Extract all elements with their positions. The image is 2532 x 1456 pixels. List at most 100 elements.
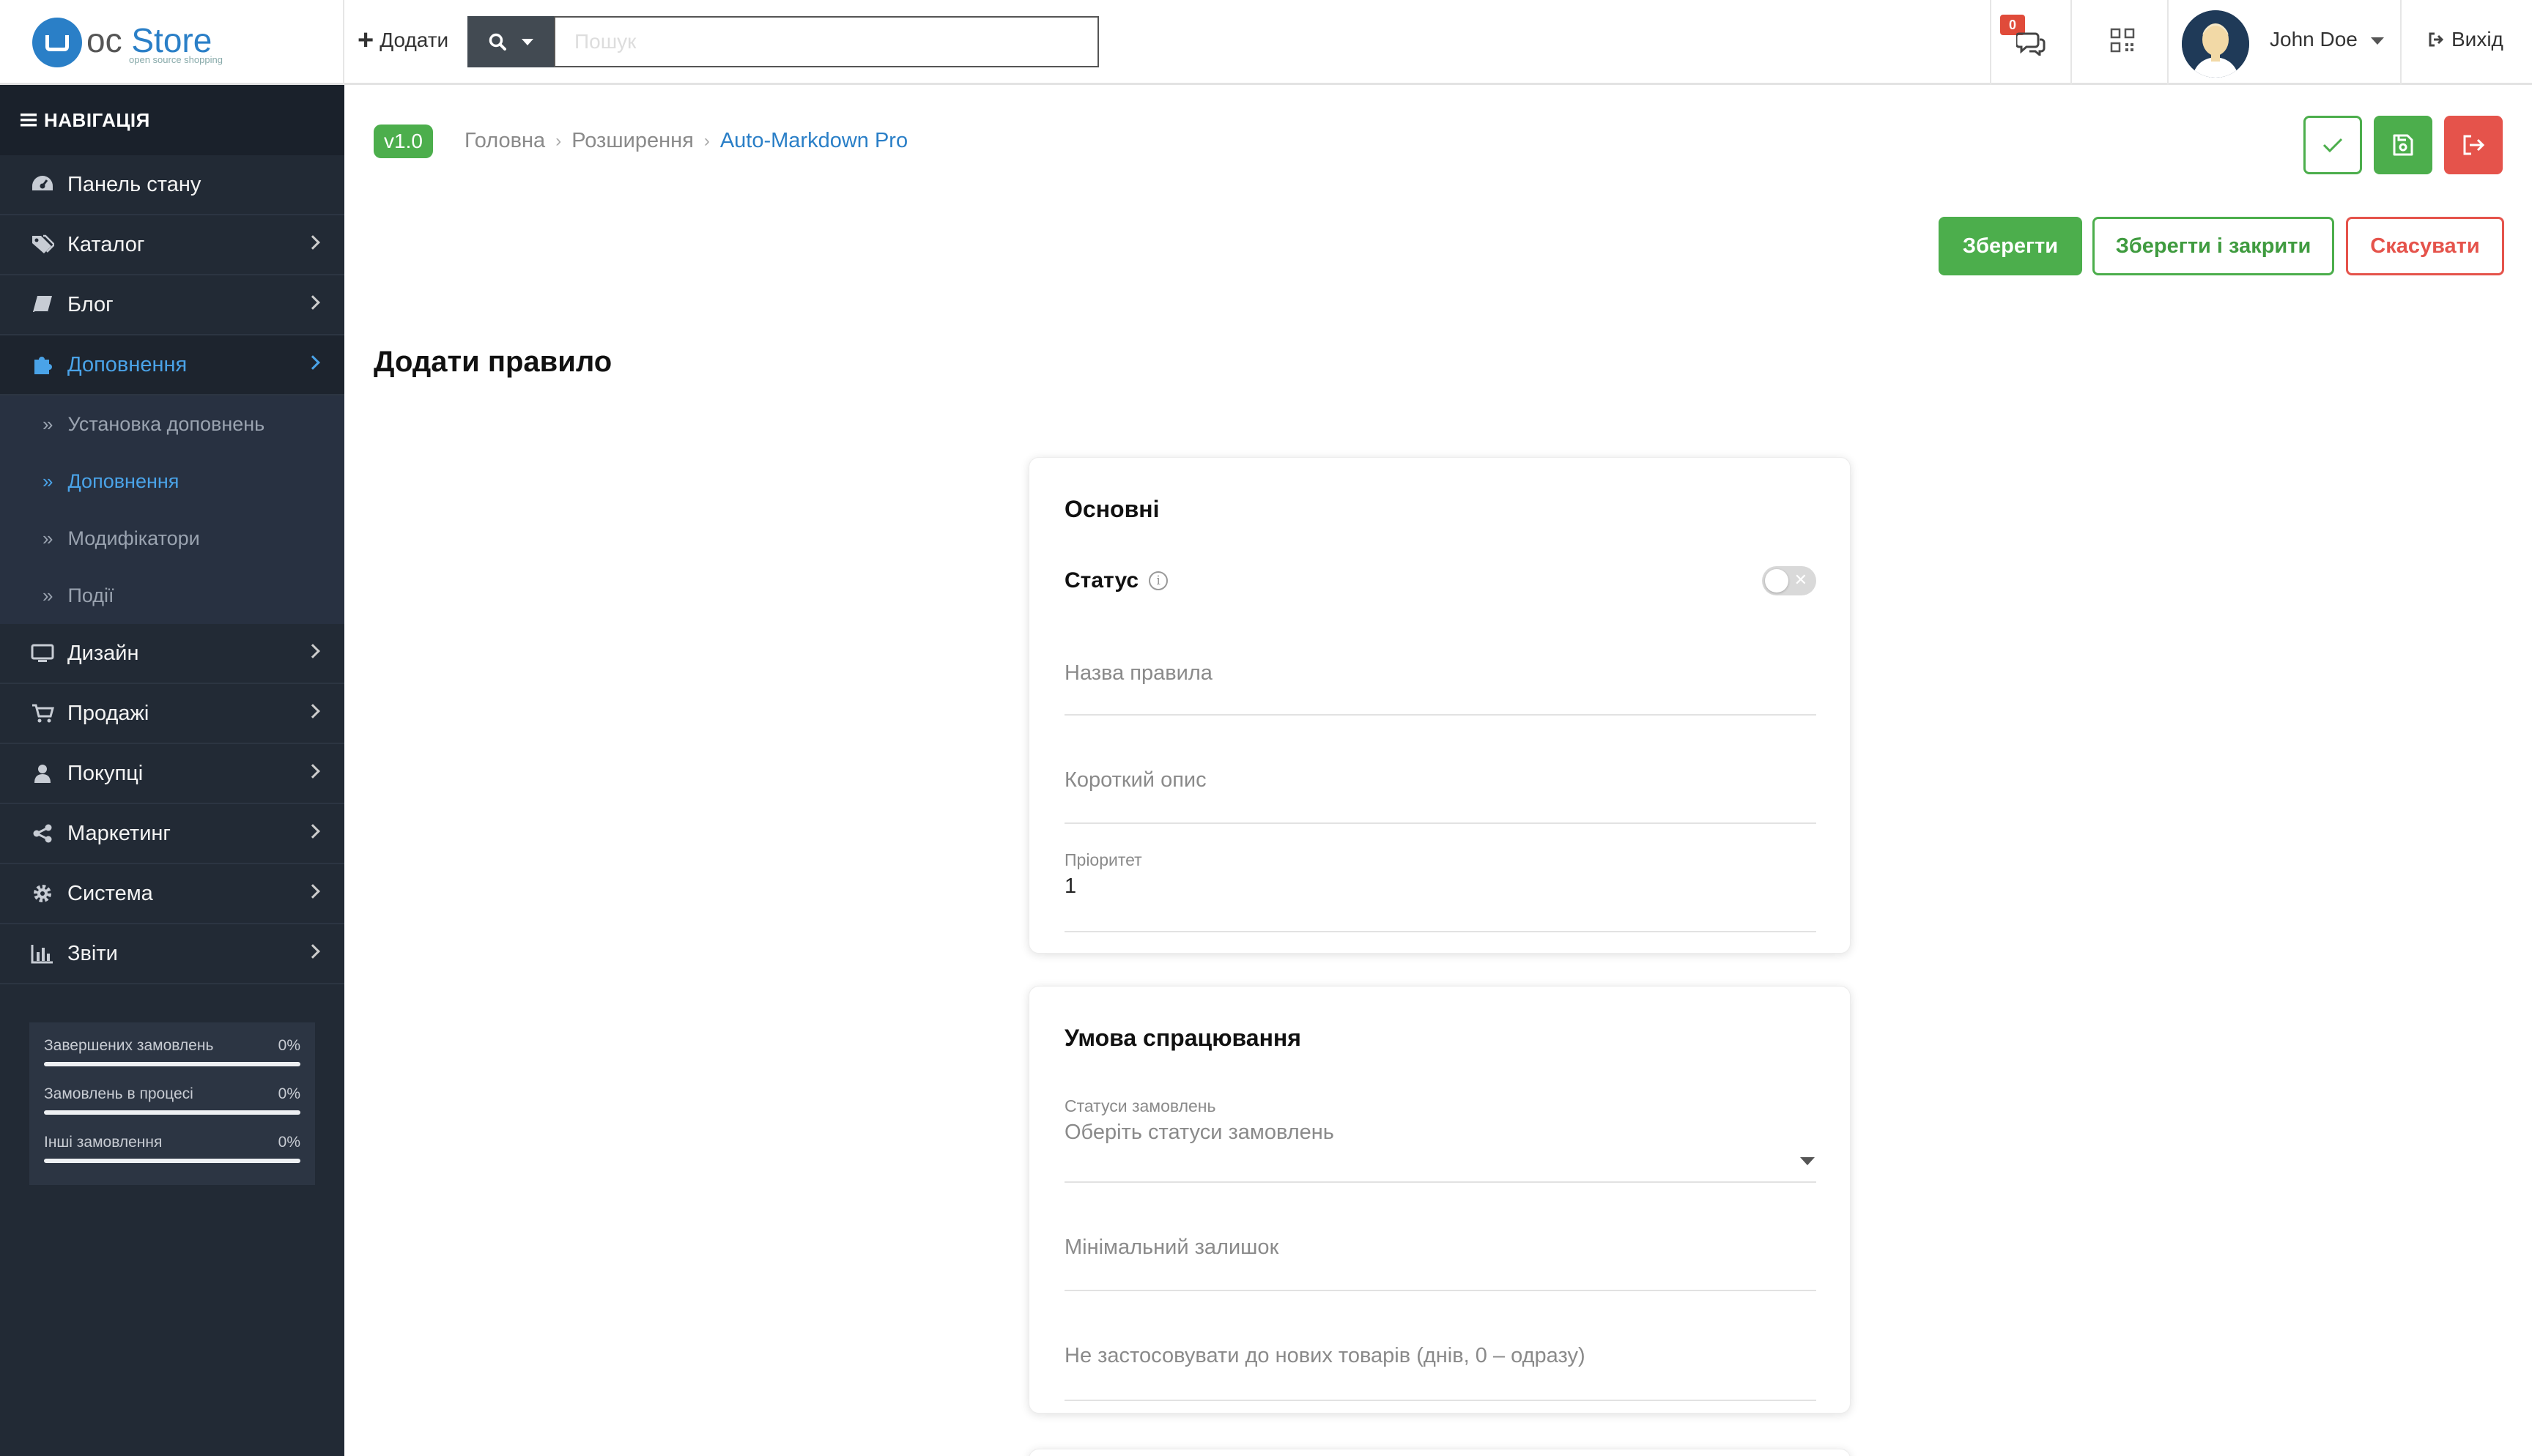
double-chevron-icon: »	[42, 584, 53, 606]
breadcrumb: Головна › Розширення › Auto-Markdown Pro	[464, 129, 908, 153]
sidebar-item-catalog[interactable]: Каталог	[0, 215, 344, 275]
comments-icon	[2016, 32, 2046, 56]
chevron-down-icon	[522, 38, 533, 45]
chevron-right-icon	[306, 884, 320, 899]
chevron-right-icon	[306, 644, 320, 658]
breadcrumb-current[interactable]: Auto-Markdown Pro	[720, 129, 908, 153]
avatar[interactable]	[2182, 10, 2249, 78]
user-menu[interactable]: John Doe	[2270, 28, 2384, 51]
logout-button[interactable]: Вихід	[2428, 28, 2503, 51]
user-icon	[28, 759, 57, 788]
sidebar-item-reports[interactable]: Звіти	[0, 924, 344, 984]
share-icon	[28, 819, 57, 848]
trigger-condition-card: Умова спрацювання Статуси замовлень Обер…	[1029, 986, 1851, 1414]
save-button[interactable]: Зберегти	[1939, 217, 2082, 275]
order-statuses-select[interactable]: Статуси замовлень Оберіть статуси замовл…	[1065, 1096, 1816, 1183]
search-icon	[489, 33, 506, 51]
status-toggle[interactable]: ✕	[1762, 566, 1816, 595]
short-description-placeholder: Короткий опис	[1065, 768, 1207, 792]
dashboard-icon	[28, 170, 57, 199]
sidebar-item-extensions[interactable]: Доповнення	[0, 335, 344, 395]
chevron-right-icon	[306, 944, 320, 959]
rule-name-field[interactable]: Назва правила	[1065, 661, 1816, 716]
sidebar-item-customers[interactable]: Покупці	[0, 744, 344, 804]
chevron-down-icon	[1800, 1157, 1815, 1165]
caret-down-icon	[2370, 37, 2384, 45]
double-chevron-icon: »	[42, 412, 53, 435]
sidebar-item-design[interactable]: Дизайн	[0, 624, 344, 684]
page-title: Додати правило	[374, 346, 612, 378]
qr-code-icon[interactable]	[2110, 28, 2135, 53]
cart-icon	[28, 699, 57, 728]
save-and-close-button[interactable]: Зберегти і закрити	[2092, 217, 2334, 275]
chevron-right-icon	[306, 704, 320, 718]
ocstore-logo[interactable]: oc Store open source shopping	[32, 15, 252, 70]
bar-chart-icon	[28, 939, 57, 968]
cart-logo-icon	[32, 18, 82, 67]
apply-button[interactable]	[2303, 116, 2362, 174]
short-description-field[interactable]: Короткий опис	[1065, 768, 1816, 824]
logo-subtitle: open source shopping	[129, 54, 223, 65]
stat-completed-orders: Завершених замовлень 0%	[44, 1037, 300, 1085]
status-row: Статус i ✕	[1065, 565, 1816, 597]
sidebar-item-blog[interactable]: Блог	[0, 275, 344, 335]
exit-icon-button[interactable]	[2444, 116, 2503, 174]
search-type-dropdown[interactable]	[467, 16, 554, 67]
chevron-right-icon: ›	[555, 130, 562, 151]
stat-other-orders: Інші замовлення 0%	[44, 1134, 300, 1182]
sign-out-icon	[2429, 32, 2444, 47]
puzzle-icon	[28, 350, 57, 379]
card-title-basic: Основні	[1065, 496, 1160, 522]
min-stock-field[interactable]: Мінімальний залишок	[1065, 1236, 1816, 1291]
book-icon	[28, 290, 57, 319]
sidebar-item-system[interactable]: Система	[0, 864, 344, 924]
messages-button[interactable]: 0	[1987, 15, 2068, 70]
chevron-right-icon	[306, 824, 320, 839]
new-products-days-placeholder: Не застосовувати до нових товарів (днів,…	[1065, 1344, 1585, 1367]
stat-processing-orders: Замовлень в процесі 0%	[44, 1085, 300, 1134]
subitem-modifications[interactable]: » Модифікатори	[0, 510, 344, 567]
sign-out-icon	[2463, 135, 2485, 155]
double-chevron-icon: »	[42, 527, 53, 549]
subitem-events[interactable]: » Події	[0, 567, 344, 624]
tags-icon	[28, 230, 57, 259]
chevron-right-icon	[306, 764, 320, 779]
version-badge: v1.0	[374, 125, 433, 158]
basic-settings-card: Основні Статус i ✕ Назва правила Коротки…	[1029, 457, 1851, 954]
close-icon: ✕	[1793, 571, 1807, 589]
next-card	[1029, 1449, 1851, 1456]
breadcrumb-home[interactable]: Головна	[464, 129, 545, 153]
bars-icon	[21, 114, 37, 127]
sidebar: НАВІГАЦІЯ Панель стану Каталог Блог Допо…	[0, 85, 344, 1456]
top-header: oc Store open source shopping + Додати 0…	[0, 0, 2532, 85]
chevron-right-icon: ›	[703, 130, 710, 151]
priority-label: Пріоритет	[1065, 850, 1142, 869]
new-products-days-field[interactable]: Не застосовувати до нових товарів (днів,…	[1065, 1344, 1816, 1401]
plus-icon: +	[358, 25, 374, 56]
order-statuses-placeholder: Оберіть статуси замовлень	[1065, 1121, 1334, 1144]
cancel-button[interactable]: Скасувати	[2346, 217, 2504, 275]
double-chevron-icon: »	[42, 469, 53, 492]
order-statuses-label: Статуси замовлень	[1065, 1096, 1216, 1115]
logout-label: Вихід	[2451, 28, 2503, 51]
subitem-extension-installer[interactable]: » Установка доповнень	[0, 395, 344, 453]
sidebar-item-dashboard[interactable]: Панель стану	[0, 155, 344, 215]
sidebar-item-marketing[interactable]: Маркетинг	[0, 804, 344, 864]
extensions-submenu: » Установка доповнень » Доповнення » Модифі…	[0, 395, 344, 624]
save-icon-button[interactable]	[2374, 116, 2432, 174]
user-name: John Doe	[2270, 28, 2358, 51]
monitor-icon	[28, 639, 57, 668]
priority-field[interactable]: Пріоритет 1	[1065, 850, 1816, 932]
chevron-right-icon	[306, 295, 320, 310]
chevron-right-icon	[306, 355, 320, 370]
search-input[interactable]	[554, 16, 1099, 67]
order-stats-panel: Завершених замовлень 0% Замовлень в проце…	[29, 1022, 315, 1185]
min-stock-placeholder: Мінімальний залишок	[1065, 1236, 1279, 1259]
nav-title: НАВІГАЦІЯ	[0, 85, 344, 155]
info-icon[interactable]: i	[1149, 571, 1169, 590]
add-button[interactable]: + Додати	[358, 26, 448, 54]
breadcrumb-extensions[interactable]: Розширення	[571, 129, 694, 153]
chevron-right-icon	[306, 235, 320, 250]
subitem-extensions[interactable]: » Доповнення	[0, 453, 344, 510]
sidebar-item-sales[interactable]: Продажі	[0, 684, 344, 744]
